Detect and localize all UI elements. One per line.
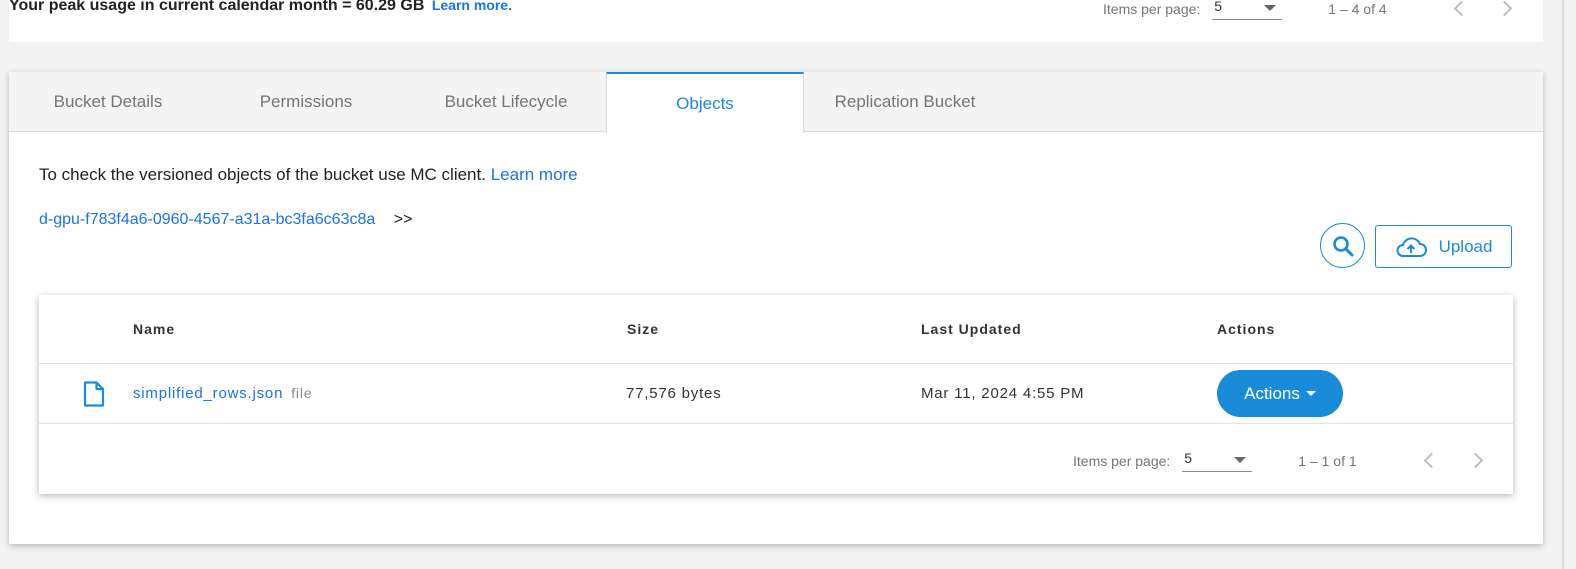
upload-button[interactable]: Upload xyxy=(1375,225,1512,268)
page-range: 1 – 1 of 1 xyxy=(1298,453,1357,469)
tab-permissions[interactable]: Permissions xyxy=(207,72,405,132)
items-per-page-select[interactable]: 5 xyxy=(1182,450,1253,472)
items-per-page-value: 5 xyxy=(1184,450,1193,466)
object-last-updated: Mar 11, 2024 4:55 PM xyxy=(921,385,1085,402)
bucket-card: Bucket Details Permissions Bucket Lifecy… xyxy=(9,72,1543,544)
items-per-page-value: 5 xyxy=(1214,0,1223,14)
actions-dropdown-button[interactable]: Actions xyxy=(1217,370,1343,417)
versioning-learn-more-link[interactable]: Learn more xyxy=(491,165,578,184)
header-last-updated[interactable]: Last Updated xyxy=(921,321,1022,337)
tab-objects[interactable]: Objects xyxy=(606,72,804,133)
actions-button-label: Actions xyxy=(1244,383,1300,403)
object-name-cell: simplified_rows.json file xyxy=(133,385,312,402)
breadcrumb: d-gpu-f783f4a6-0960-4567-a31a-bc3fa6c63c… xyxy=(39,211,412,229)
usage-learn-more-link[interactable]: Learn more. xyxy=(432,0,512,13)
items-per-page-label: Items per page: xyxy=(1073,453,1171,469)
table-header-row: Name Size Last Updated Actions xyxy=(39,295,1513,364)
header-size[interactable]: Size xyxy=(627,321,659,337)
peak-usage-text: Your peak usage in current calendar mont… xyxy=(9,0,512,15)
objects-table: Name Size Last Updated Actions simplifie… xyxy=(39,295,1513,494)
cloud-upload-icon xyxy=(1395,236,1427,258)
table-row: simplified_rows.json file 77,576 bytes Ma… xyxy=(39,364,1513,424)
upload-label: Upload xyxy=(1438,236,1493,256)
page-range: 1 – 4 of 4 xyxy=(1328,1,1387,17)
items-per-page-label: Items per page: xyxy=(1103,1,1201,17)
peak-usage-label: Your peak usage in current calendar mont… xyxy=(9,0,425,14)
top-pager: Items per page: 5 1 – 4 of 4 xyxy=(1103,0,1387,20)
object-name-link[interactable]: simplified_rows.json xyxy=(133,385,283,402)
previous-page-icon[interactable] xyxy=(1423,452,1440,469)
header-actions: Actions xyxy=(1217,321,1276,337)
next-page-icon[interactable] xyxy=(1496,0,1513,17)
scrollbar-track[interactable] xyxy=(1562,0,1564,569)
search-button[interactable] xyxy=(1320,223,1365,268)
breadcrumb-bucket-link[interactable]: d-gpu-f783f4a6-0960-4567-a31a-bc3fa6c63c… xyxy=(39,211,375,228)
tab-bar: Bucket Details Permissions Bucket Lifecy… xyxy=(9,72,1543,133)
versioning-info: To check the versioned objects of the bu… xyxy=(39,165,578,185)
usage-strip: Your peak usage in current calendar mont… xyxy=(9,0,1543,42)
search-icon xyxy=(1332,235,1353,256)
dropdown-caret-icon xyxy=(1234,457,1247,463)
object-type-label: file xyxy=(291,385,313,401)
versioning-info-text: To check the versioned objects of the bu… xyxy=(39,165,486,184)
previous-page-icon[interactable] xyxy=(1453,0,1470,17)
dropdown-caret-icon xyxy=(1264,5,1277,11)
tab-bucket-lifecycle[interactable]: Bucket Lifecycle xyxy=(407,72,605,132)
next-page-icon[interactable] xyxy=(1467,452,1484,469)
object-size: 77,576 bytes xyxy=(626,385,722,402)
table-pager: Items per page: 5 1 – 1 of 1 xyxy=(1073,450,1357,472)
tab-replication-bucket[interactable]: Replication Bucket xyxy=(806,72,1004,132)
breadcrumb-separator: >> xyxy=(393,211,413,228)
dropdown-caret-icon xyxy=(1305,391,1316,396)
items-per-page-select[interactable]: 5 xyxy=(1212,0,1283,20)
tab-bucket-details[interactable]: Bucket Details xyxy=(9,72,207,132)
header-name[interactable]: Name xyxy=(133,321,175,337)
file-icon xyxy=(83,381,105,407)
